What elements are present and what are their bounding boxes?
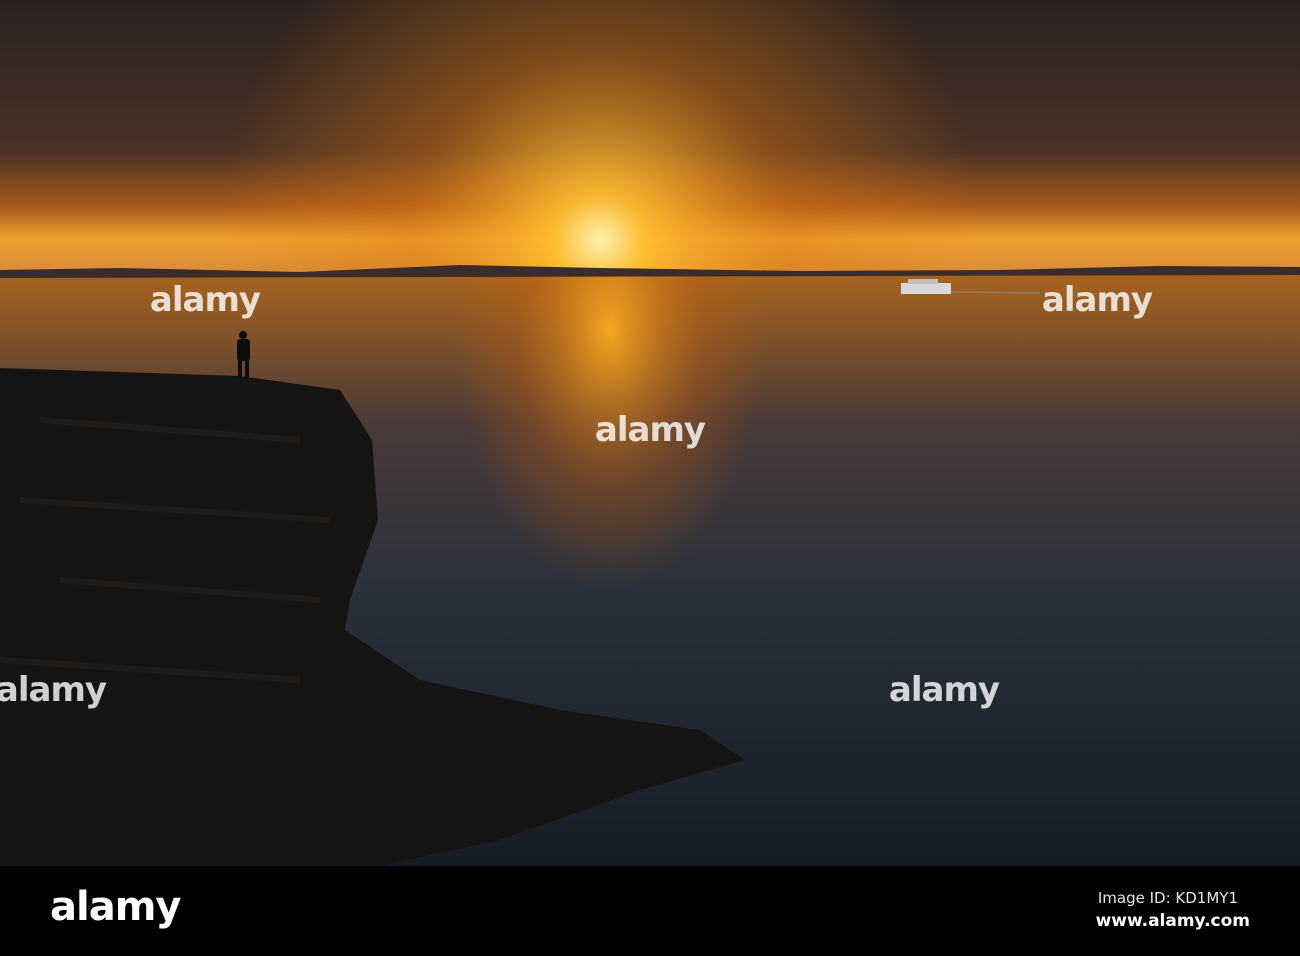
- watermark: alamy: [0, 670, 107, 710]
- alamy-logo: alamy: [50, 884, 181, 930]
- website-link: www.alamy.com: [1095, 911, 1250, 931]
- image-id: Image ID: KD1MY1: [1097, 889, 1238, 907]
- watermark: alamy: [1041, 280, 1153, 320]
- watermark: alamy: [888, 670, 1000, 710]
- watermark: alamy: [594, 410, 706, 450]
- sun-glow: [0, 0, 1300, 275]
- watermark: alamy: [149, 280, 261, 320]
- stock-photo: alamy alamy alamy alamy alamy alamy Imag…: [0, 0, 1300, 956]
